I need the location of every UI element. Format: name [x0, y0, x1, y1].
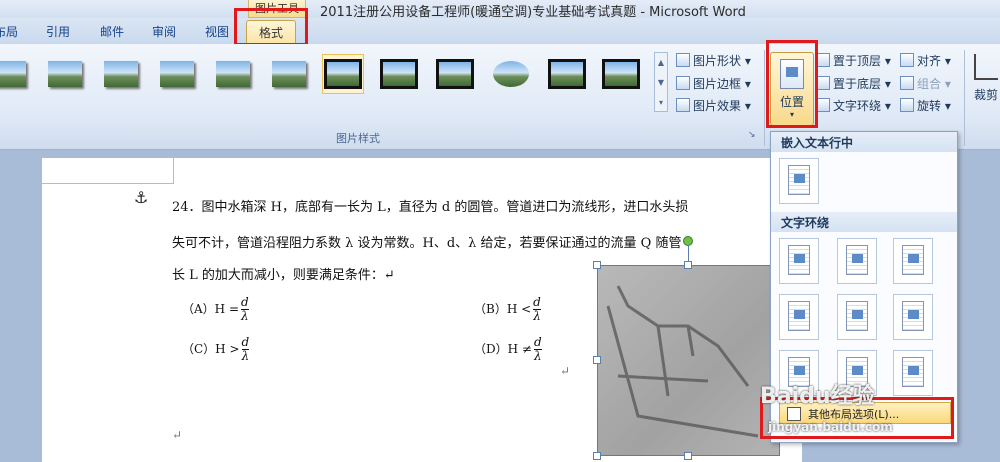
layout-icon	[788, 165, 810, 195]
watermark-url: jingyan.baidu.com	[768, 420, 893, 434]
position-icon	[780, 59, 804, 89]
bring-to-front-button[interactable]: 置于顶层 ▾	[816, 52, 891, 69]
picture-style-10[interactable]	[490, 54, 532, 94]
option-b: （B）H < d λ	[474, 295, 541, 323]
layout-icon	[788, 245, 810, 275]
context-tab-label: 图片工具	[248, 0, 306, 18]
picture-effects-button[interactable]: 图片效果 ▾	[676, 97, 751, 114]
picture-style-6[interactable]	[268, 54, 310, 94]
picture-border-button[interactable]: 图片边框 ▾	[676, 75, 751, 92]
send-back-icon	[816, 76, 830, 90]
tab-layout[interactable]: 布局	[0, 23, 18, 40]
resize-handle-w[interactable]	[593, 356, 601, 364]
position-button[interactable]: 位置 ▾	[770, 52, 814, 126]
picture-style-1[interactable]	[0, 54, 30, 94]
position-top-left[interactable]	[779, 238, 819, 284]
text-wrap-button[interactable]: 文字环绕 ▾	[816, 97, 891, 114]
tab-review[interactable]: 审阅	[152, 23, 176, 40]
position-middle-right[interactable]	[893, 294, 933, 340]
rotate-icon	[900, 98, 914, 112]
separator	[964, 50, 965, 146]
paragraph-mark: ↵	[560, 364, 571, 378]
picture-style-3[interactable]	[100, 54, 142, 94]
picture-style-5[interactable]	[212, 54, 254, 94]
separator	[764, 50, 765, 146]
tab-view[interactable]: 视图	[205, 23, 229, 40]
position-bottom-right[interactable]	[893, 350, 933, 396]
rotate-handle[interactable]	[683, 236, 693, 246]
effects-icon	[676, 98, 690, 112]
layout-icon	[902, 301, 924, 331]
resize-handle-nw[interactable]	[593, 261, 601, 269]
question-line-3: 长 L 的加大而减小，则要满足条件：↵	[172, 268, 395, 283]
rotate-button[interactable]: 旋转 ▾	[900, 97, 951, 114]
group-icon	[900, 76, 914, 90]
anchor-icon: ⚓	[134, 188, 149, 207]
tab-format[interactable]: 格式	[246, 20, 297, 44]
tab-mailings[interactable]: 邮件	[100, 23, 124, 40]
menu-header-inline: 嵌入文本行中	[771, 132, 957, 152]
dialog-launcher-icon[interactable]: ↘	[748, 130, 756, 140]
question-line-2: 失可不计，管道沿程阻力系数 λ 设为常数。H、d、λ 给定，若要保证通过的流量 …	[172, 236, 682, 251]
crop-icon	[974, 54, 998, 80]
rotate-handle-line	[688, 246, 689, 261]
align-button[interactable]: 对齐 ▾	[900, 52, 951, 69]
position-middle-center[interactable]	[837, 294, 877, 340]
paragraph-mark: ↵	[172, 428, 183, 442]
position-label: 位置	[779, 95, 804, 109]
align-icon	[900, 53, 914, 67]
layout-icon	[846, 245, 868, 275]
picture-shape-button[interactable]: 图片形状 ▾	[676, 52, 751, 69]
position-middle-left[interactable]	[779, 294, 819, 340]
pencil-icon	[676, 76, 690, 90]
shape-icon	[676, 53, 690, 67]
layout-icon	[788, 301, 810, 331]
picture-style-11[interactable]	[546, 54, 588, 94]
layout-icon	[902, 357, 924, 387]
position-top-right[interactable]	[893, 238, 933, 284]
resize-handle-s[interactable]	[684, 452, 692, 460]
position-top-center[interactable]	[837, 238, 877, 284]
tank-sketch	[606, 285, 759, 438]
bring-front-icon	[816, 53, 830, 67]
option-a: （A）H = d λ	[182, 295, 249, 323]
margin-marker	[42, 158, 174, 184]
wrap-icon	[816, 98, 830, 112]
picture-style-8[interactable]	[378, 54, 420, 94]
position-inline-option[interactable]	[779, 158, 819, 204]
layout-icon	[902, 245, 924, 275]
picture-style-9[interactable]	[434, 54, 476, 94]
send-to-back-button[interactable]: 置于底层 ▾	[816, 75, 891, 92]
title-bar: 图片工具 2011注册公用设备工程师(暖通空调)专业基础考试真题 - Micro…	[0, 0, 1000, 20]
picture-style-7[interactable]	[322, 54, 364, 94]
resize-handle-n[interactable]	[684, 261, 692, 269]
picture-style-2[interactable]	[44, 54, 86, 94]
gallery-scroll[interactable]: ▲ ▼ ▾	[654, 52, 668, 112]
watermark-logo: Baidu经验	[760, 384, 875, 409]
inserted-picture[interactable]	[597, 265, 780, 456]
ribbon-tab-bar: 布局 引用 邮件 审阅 视图 格式	[0, 18, 1000, 44]
group-button[interactable]: 组合 ▾	[900, 75, 951, 92]
option-d: （D）H ≠ d λ	[474, 335, 542, 363]
tab-references[interactable]: 引用	[46, 23, 70, 40]
layout-icon	[846, 301, 868, 331]
resize-handle-sw[interactable]	[593, 452, 601, 460]
picture-style-4[interactable]	[156, 54, 198, 94]
group-label-picture-styles: 图片样式	[336, 132, 380, 145]
chevron-down-icon: ▾	[789, 110, 794, 119]
picture-style-12[interactable]	[600, 54, 642, 94]
menu-header-wrap: 文字环绕	[771, 212, 957, 232]
question-line-1: 24．图中水箱深 H，底部有一长为 L，直径为 d 的圆管。管道进口为流线形，进…	[172, 200, 689, 215]
crop-button[interactable]: 裁剪	[972, 54, 1000, 103]
option-c: （C）H > d λ	[182, 335, 250, 363]
